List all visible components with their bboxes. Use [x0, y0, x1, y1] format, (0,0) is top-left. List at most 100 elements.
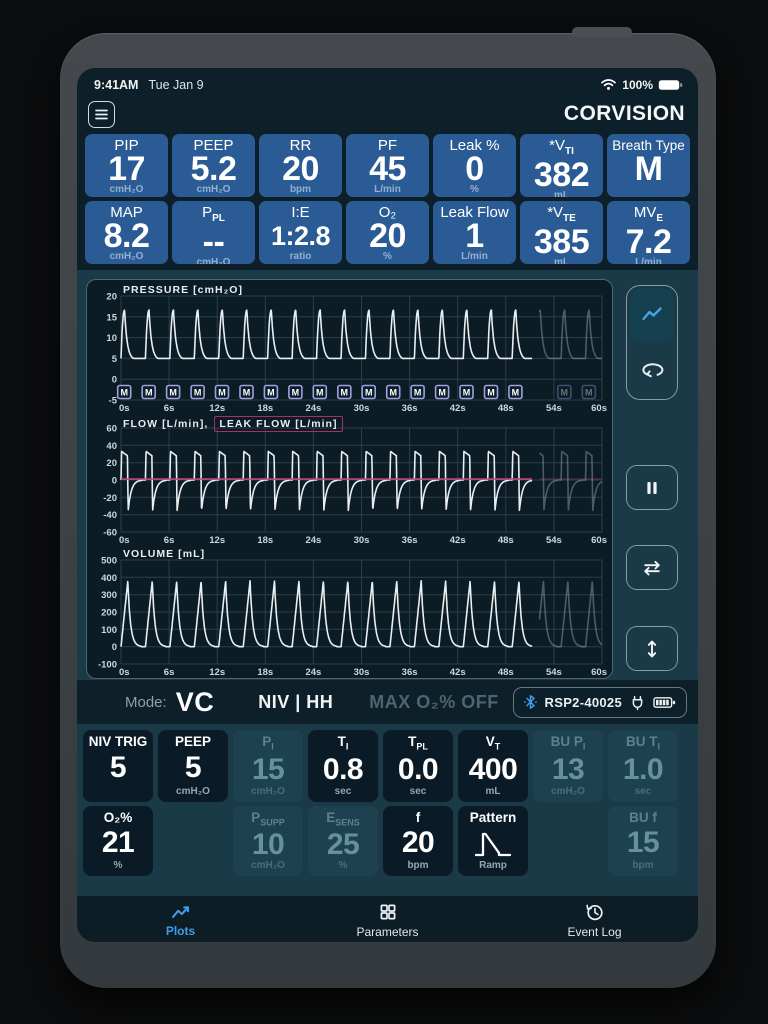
- monitor-tile-pf: PF45L/min: [346, 134, 429, 197]
- setting-tile-esens[interactable]: ESENS25%: [308, 806, 378, 876]
- svg-text:10: 10: [106, 333, 117, 344]
- tile-value: 5.2: [191, 154, 237, 184]
- svg-text:36s: 36s: [402, 667, 418, 677]
- monitor-tile-map: MAP8.2cmH₂O: [85, 201, 168, 264]
- monitor-tile-pip: PIP17cmH₂O: [85, 134, 168, 197]
- swap-horizontal-button[interactable]: [626, 545, 678, 590]
- svg-text:24s: 24s: [305, 667, 321, 677]
- waveform-section: PRESSURE [cmH₂O]20151050-50s6s12s18s24s3…: [77, 270, 698, 680]
- svg-text:60s: 60s: [591, 403, 607, 413]
- menu-button[interactable]: [88, 101, 115, 128]
- svg-text:18s: 18s: [257, 403, 273, 413]
- waveform-panel: PRESSURE [cmH₂O]20151050-50s6s12s18s24s3…: [86, 279, 613, 679]
- setting-tile-o-[interactable]: O₂%21%: [83, 806, 153, 876]
- setting-label: Pattern: [470, 810, 517, 825]
- svg-text:M: M: [438, 388, 446, 398]
- svg-text:6s: 6s: [164, 403, 175, 413]
- battery-icon: [658, 79, 683, 91]
- device-chip[interactable]: RSP2-40025: [513, 687, 687, 718]
- plot-title: PRESSURE [cmH₂O]: [123, 284, 243, 296]
- setting-tile-pattern[interactable]: PatternRamp: [458, 806, 528, 876]
- setting-tile-niv-trig[interactable]: NIV TRIG5: [83, 730, 153, 802]
- svg-text:36s: 36s: [402, 535, 418, 545]
- setting-tile-bu-pi[interactable]: BU PI13 cmH₂O: [533, 730, 603, 802]
- vertical-scale-button[interactable]: [626, 626, 678, 671]
- arrows-vertical-icon: [640, 637, 664, 661]
- setting-unit: cmH₂O: [551, 786, 585, 797]
- svg-text:M: M: [487, 388, 495, 398]
- view-toggle: [626, 285, 678, 400]
- niv-status: NIV | HH: [258, 692, 333, 713]
- tab-plots[interactable]: Plots: [77, 896, 284, 942]
- setting-label: BU PI: [551, 734, 586, 755]
- svg-text:M: M: [561, 388, 569, 398]
- setting-tile-f[interactable]: f20bpm: [383, 806, 453, 876]
- tile-value: --: [203, 227, 225, 257]
- plot-canvas: 5004003002001000-1000s6s12s18s24s30s36s4…: [87, 545, 612, 677]
- setting-value: 5: [185, 754, 201, 782]
- monitor-tile-breath-type: Breath TypeM: [607, 134, 690, 197]
- monitor-tile-leak-flow: Leak Flow1L/min: [433, 201, 516, 264]
- setting-tile-pi[interactable]: PI15cmH₂O: [233, 730, 303, 802]
- logo: CORVISION: [564, 102, 685, 126]
- tile-value: 45: [369, 154, 406, 184]
- monitor-tile-ppl: PPL--cmH₂O: [172, 201, 255, 264]
- svg-text:M: M: [389, 388, 397, 398]
- svg-text:54s: 54s: [546, 403, 562, 413]
- svg-text:0: 0: [112, 476, 117, 487]
- setting-tile-ti[interactable]: TI0.8sec: [308, 730, 378, 802]
- tile-unit: %: [470, 184, 479, 195]
- tile-value: 7.2: [626, 227, 672, 257]
- setting-label: TI: [338, 734, 349, 755]
- svg-text:500: 500: [101, 556, 117, 567]
- mode-label: Mode:: [125, 694, 167, 711]
- leak-flow-legend: LEAK FLOW [L/min]: [214, 416, 342, 432]
- setting-tile-peep[interactable]: PEEP5cmH₂O: [158, 730, 228, 802]
- svg-text:30s: 30s: [354, 667, 370, 677]
- setting-label: VT: [486, 734, 501, 755]
- svg-text:5: 5: [112, 354, 118, 365]
- tile-unit: L/min: [461, 251, 488, 262]
- tile-unit: mL: [554, 190, 569, 197]
- setting-value: 13: [552, 756, 584, 784]
- svg-text:M: M: [316, 388, 324, 398]
- setting-unit: mL: [486, 786, 501, 797]
- tab-bar: Plots Parameters Event Log: [77, 896, 698, 942]
- plot-canvas: 6040200-20-40-600s6s12s18s24s30s36s42s48…: [87, 413, 612, 545]
- max-o2-status: MAX O₂% OFF: [369, 692, 499, 713]
- setting-tile-tpl[interactable]: TPL0.0sec: [383, 730, 453, 802]
- tab-label: Plots: [166, 924, 195, 938]
- setting-unit: cmH₂O: [251, 786, 285, 797]
- svg-text:M: M: [512, 388, 520, 398]
- waveform-view-button[interactable]: [630, 289, 674, 342]
- setting-tile-bu-ti[interactable]: BU TI1.0sec: [608, 730, 678, 802]
- pause-plots-button[interactable]: [626, 465, 678, 510]
- svg-text:-40: -40: [103, 510, 117, 521]
- tile-unit: L/min: [374, 184, 401, 195]
- tab-event-log[interactable]: Event Log: [491, 896, 698, 942]
- svg-text:M: M: [169, 388, 177, 398]
- loop-view-button[interactable]: [630, 344, 674, 397]
- setting-value: 15: [627, 829, 659, 857]
- setting-value: 25: [327, 831, 359, 859]
- setting-value: 21: [102, 829, 134, 857]
- event-log-icon: [584, 902, 605, 922]
- tab-label: Event Log: [567, 925, 621, 939]
- tab-parameters[interactable]: Parameters: [284, 896, 491, 942]
- setting-label: BU TI: [626, 734, 660, 755]
- svg-text:300: 300: [101, 590, 117, 601]
- svg-text:M: M: [120, 388, 128, 398]
- tile-unit: cmH₂O: [110, 184, 144, 195]
- svg-text:6s: 6s: [164, 535, 175, 545]
- monitor-tile--vte: *VTE385mL: [520, 201, 603, 264]
- settings-grid: NIV TRIG5PEEP5cmH₂OPI15cmH₂OTI0.8secTPL0…: [83, 730, 678, 876]
- svg-text:-60: -60: [103, 528, 117, 539]
- setting-tile-psupp[interactable]: PSUPP10cmH₂O: [233, 806, 303, 876]
- monitor-grid: PIP17cmH₂OPEEP5.2cmH₂ORR20bpmPF45L/minLe…: [85, 134, 690, 264]
- svg-text:0s: 0s: [119, 667, 130, 677]
- svg-text:60s: 60s: [591, 667, 607, 677]
- setting-tile-vt[interactable]: VT400mL: [458, 730, 528, 802]
- status-bar: 9:41AM Tue Jan 9 100%: [77, 68, 698, 94]
- svg-text:M: M: [267, 388, 275, 398]
- setting-tile-bu-f[interactable]: BU f15bpm: [608, 806, 678, 876]
